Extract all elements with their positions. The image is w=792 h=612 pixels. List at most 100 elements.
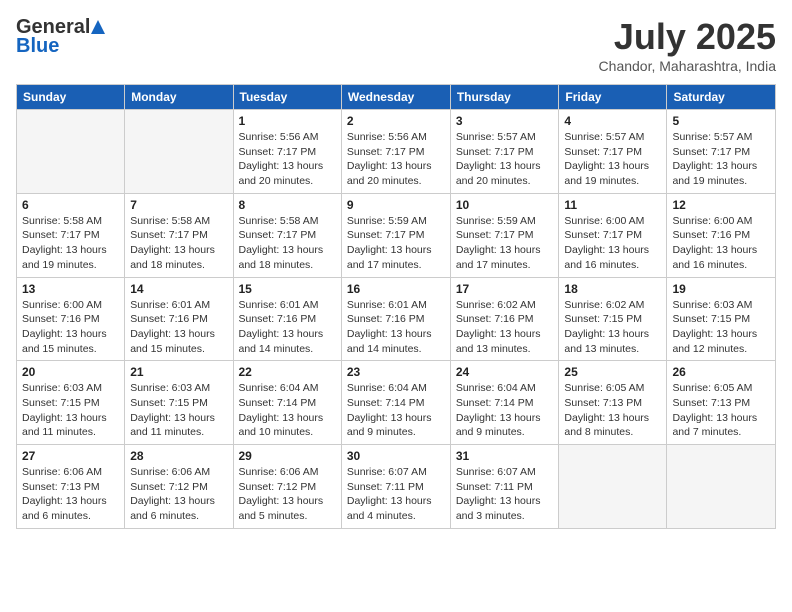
calendar-cell bbox=[559, 445, 667, 529]
calendar-cell: 3 Sunrise: 5:57 AMSunset: 7:17 PMDaylight… bbox=[450, 110, 559, 194]
day-number: 16 bbox=[347, 282, 445, 296]
day-number: 14 bbox=[130, 282, 227, 296]
column-header-sunday: Sunday bbox=[17, 85, 125, 110]
cell-content: Sunrise: 6:04 AMSunset: 7:14 PMDaylight:… bbox=[456, 381, 554, 440]
page-header: General Blue July 2025 Chandor, Maharash… bbox=[16, 16, 776, 74]
cell-content: Sunrise: 6:04 AMSunset: 7:14 PMDaylight:… bbox=[239, 381, 336, 440]
calendar-cell: 14 Sunrise: 6:01 AMSunset: 7:16 PMDayligh… bbox=[125, 277, 233, 361]
calendar-week-row: 13 Sunrise: 6:00 AMSunset: 7:16 PMDayligh… bbox=[17, 277, 776, 361]
day-number: 21 bbox=[130, 365, 227, 379]
cell-content: Sunrise: 6:02 AMSunset: 7:15 PMDaylight:… bbox=[564, 298, 661, 357]
day-number: 5 bbox=[672, 114, 770, 128]
cell-content: Sunrise: 6:01 AMSunset: 7:16 PMDaylight:… bbox=[239, 298, 336, 357]
day-number: 11 bbox=[564, 198, 661, 212]
day-number: 10 bbox=[456, 198, 554, 212]
cell-content: Sunrise: 6:03 AMSunset: 7:15 PMDaylight:… bbox=[130, 381, 227, 440]
day-number: 29 bbox=[239, 449, 336, 463]
day-number: 3 bbox=[456, 114, 554, 128]
day-number: 18 bbox=[564, 282, 661, 296]
calendar-cell: 13 Sunrise: 6:00 AMSunset: 7:16 PMDayligh… bbox=[17, 277, 125, 361]
day-number: 4 bbox=[564, 114, 661, 128]
cell-content: Sunrise: 5:56 AMSunset: 7:17 PMDaylight:… bbox=[347, 130, 445, 189]
cell-content: Sunrise: 5:57 AMSunset: 7:17 PMDaylight:… bbox=[456, 130, 554, 189]
cell-content: Sunrise: 5:59 AMSunset: 7:17 PMDaylight:… bbox=[456, 214, 554, 273]
logo: General Blue bbox=[16, 16, 105, 58]
title-area: July 2025 Chandor, Maharashtra, India bbox=[599, 16, 776, 74]
day-number: 15 bbox=[239, 282, 336, 296]
cell-content: Sunrise: 5:58 AMSunset: 7:17 PMDaylight:… bbox=[130, 214, 227, 273]
calendar-cell: 26 Sunrise: 6:05 AMSunset: 7:13 PMDayligh… bbox=[667, 361, 776, 445]
cell-content: Sunrise: 5:58 AMSunset: 7:17 PMDaylight:… bbox=[22, 214, 119, 273]
day-number: 19 bbox=[672, 282, 770, 296]
column-header-friday: Friday bbox=[559, 85, 667, 110]
cell-content: Sunrise: 6:07 AMSunset: 7:11 PMDaylight:… bbox=[456, 465, 554, 524]
cell-content: Sunrise: 6:06 AMSunset: 7:13 PMDaylight:… bbox=[22, 465, 119, 524]
calendar-cell: 5 Sunrise: 5:57 AMSunset: 7:17 PMDaylight… bbox=[667, 110, 776, 194]
cell-content: Sunrise: 6:07 AMSunset: 7:11 PMDaylight:… bbox=[347, 465, 445, 524]
calendar-cell: 7 Sunrise: 5:58 AMSunset: 7:17 PMDaylight… bbox=[125, 193, 233, 277]
day-number: 8 bbox=[239, 198, 336, 212]
calendar-week-row: 27 Sunrise: 6:06 AMSunset: 7:13 PMDayligh… bbox=[17, 445, 776, 529]
calendar-cell: 17Sunrise: 6:02 AMSunset: 7:16 PMDayligh… bbox=[450, 277, 559, 361]
calendar-week-row: 6 Sunrise: 5:58 AMSunset: 7:17 PMDaylight… bbox=[17, 193, 776, 277]
calendar-cell: 22Sunrise: 6:04 AMSunset: 7:14 PMDayligh… bbox=[233, 361, 341, 445]
cell-content: Sunrise: 6:00 AMSunset: 7:16 PMDaylight:… bbox=[22, 298, 119, 357]
cell-content: Sunrise: 6:00 AMSunset: 7:17 PMDaylight:… bbox=[564, 214, 661, 273]
calendar-cell: 8Sunrise: 5:58 AMSunset: 7:17 PMDaylight… bbox=[233, 193, 341, 277]
column-header-tuesday: Tuesday bbox=[233, 85, 341, 110]
column-header-saturday: Saturday bbox=[667, 85, 776, 110]
cell-content: Sunrise: 5:57 AMSunset: 7:17 PMDaylight:… bbox=[564, 130, 661, 189]
calendar-cell bbox=[125, 110, 233, 194]
calendar-cell: 4 Sunrise: 5:57 AMSunset: 7:17 PMDaylight… bbox=[559, 110, 667, 194]
day-number: 6 bbox=[22, 198, 119, 212]
day-number: 2 bbox=[347, 114, 445, 128]
calendar-cell: 9Sunrise: 5:59 AMSunset: 7:17 PMDaylight… bbox=[341, 193, 450, 277]
calendar-cell bbox=[17, 110, 125, 194]
day-number: 20 bbox=[22, 365, 119, 379]
day-number: 17 bbox=[456, 282, 554, 296]
cell-content: Sunrise: 6:06 AMSunset: 7:12 PMDaylight:… bbox=[130, 465, 227, 524]
calendar-cell: 1 Sunrise: 5:56 AMSunset: 7:17 PMDaylight… bbox=[233, 110, 341, 194]
column-header-monday: Monday bbox=[125, 85, 233, 110]
calendar-cell: 6 Sunrise: 5:58 AMSunset: 7:17 PMDaylight… bbox=[17, 193, 125, 277]
day-number: 25 bbox=[564, 365, 661, 379]
cell-content: Sunrise: 6:01 AMSunset: 7:16 PMDaylight:… bbox=[347, 298, 445, 357]
calendar-cell: 28 Sunrise: 6:06 AMSunset: 7:12 PMDayligh… bbox=[125, 445, 233, 529]
day-number: 28 bbox=[130, 449, 227, 463]
day-number: 1 bbox=[239, 114, 336, 128]
calendar-header-row: SundayMondayTuesdayWednesdayThursdayFrid… bbox=[17, 85, 776, 110]
cell-content: Sunrise: 6:01 AMSunset: 7:16 PMDaylight:… bbox=[130, 298, 227, 357]
calendar-cell: 25Sunrise: 6:05 AMSunset: 7:13 PMDayligh… bbox=[559, 361, 667, 445]
calendar-cell: 11 Sunrise: 6:00 AMSunset: 7:17 PMDayligh… bbox=[559, 193, 667, 277]
cell-content: Sunrise: 6:06 AMSunset: 7:12 PMDaylight:… bbox=[239, 465, 336, 524]
day-number: 13 bbox=[22, 282, 119, 296]
calendar-cell: 19Sunrise: 6:03 AMSunset: 7:15 PMDayligh… bbox=[667, 277, 776, 361]
day-number: 24 bbox=[456, 365, 554, 379]
calendar-cell: 10 Sunrise: 5:59 AMSunset: 7:17 PMDayligh… bbox=[450, 193, 559, 277]
calendar-cell: 21 Sunrise: 6:03 AMSunset: 7:15 PMDayligh… bbox=[125, 361, 233, 445]
calendar-cell: 20Sunrise: 6:03 AMSunset: 7:15 PMDayligh… bbox=[17, 361, 125, 445]
calendar-cell bbox=[667, 445, 776, 529]
location-text: Chandor, Maharashtra, India bbox=[599, 58, 776, 74]
day-number: 31 bbox=[456, 449, 554, 463]
calendar-cell: 15 Sunrise: 6:01 AMSunset: 7:16 PMDayligh… bbox=[233, 277, 341, 361]
column-header-wednesday: Wednesday bbox=[341, 85, 450, 110]
cell-content: Sunrise: 5:56 AMSunset: 7:17 PMDaylight:… bbox=[239, 130, 336, 189]
cell-content: Sunrise: 6:04 AMSunset: 7:14 PMDaylight:… bbox=[347, 381, 445, 440]
calendar-cell: 16 Sunrise: 6:01 AMSunset: 7:16 PMDayligh… bbox=[341, 277, 450, 361]
calendar-cell: 27 Sunrise: 6:06 AMSunset: 7:13 PMDayligh… bbox=[17, 445, 125, 529]
calendar-cell: 18 Sunrise: 6:02 AMSunset: 7:15 PMDayligh… bbox=[559, 277, 667, 361]
day-number: 27 bbox=[22, 449, 119, 463]
month-title: July 2025 bbox=[599, 16, 776, 58]
day-number: 23 bbox=[347, 365, 445, 379]
calendar-cell: 31 Sunrise: 6:07 AMSunset: 7:11 PMDayligh… bbox=[450, 445, 559, 529]
day-number: 12 bbox=[672, 198, 770, 212]
cell-content: Sunrise: 6:05 AMSunset: 7:13 PMDaylight:… bbox=[672, 381, 770, 440]
day-number: 26 bbox=[672, 365, 770, 379]
cell-content: Sunrise: 5:57 AMSunset: 7:17 PMDaylight:… bbox=[672, 130, 770, 189]
calendar-cell: 23 Sunrise: 6:04 AMSunset: 7:14 PMDayligh… bbox=[341, 361, 450, 445]
day-number: 7 bbox=[130, 198, 227, 212]
column-header-thursday: Thursday bbox=[450, 85, 559, 110]
day-number: 30 bbox=[347, 449, 445, 463]
calendar-cell: 2 Sunrise: 5:56 AMSunset: 7:17 PMDaylight… bbox=[341, 110, 450, 194]
